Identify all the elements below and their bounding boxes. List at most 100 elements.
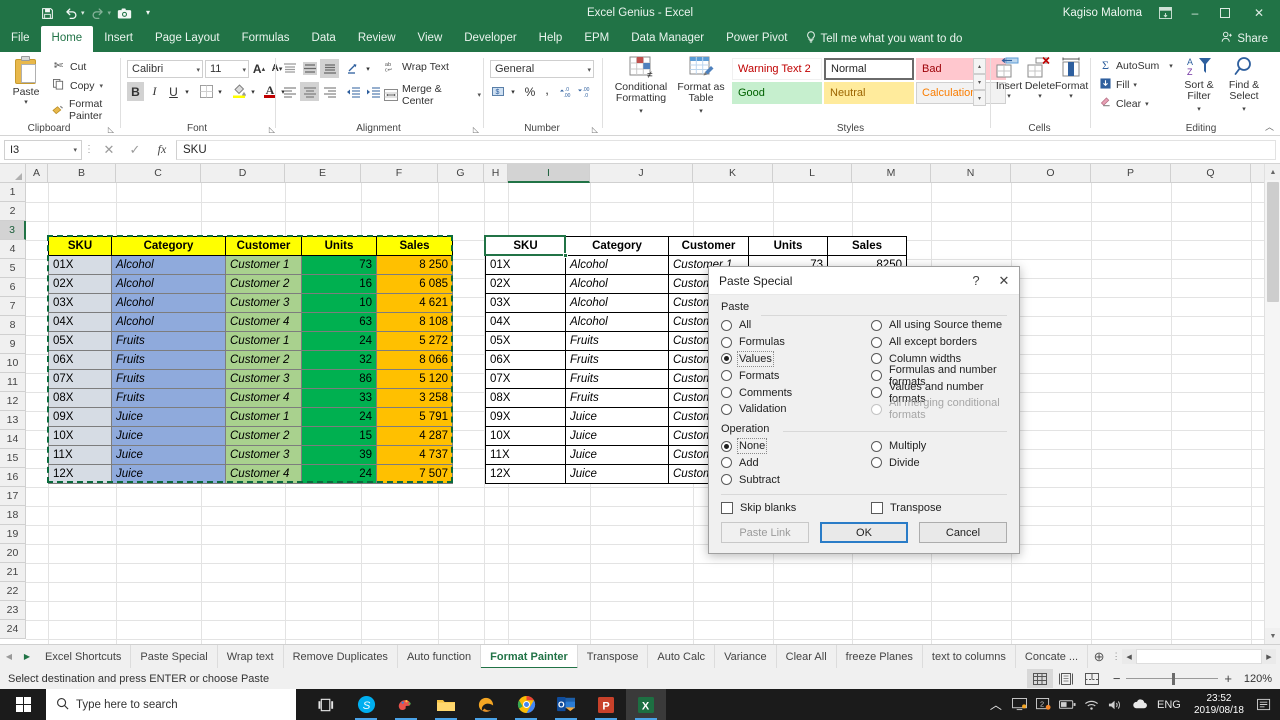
source-cell[interactable]: Customer 1: [225, 407, 302, 427]
align-center-button[interactable]: [300, 82, 319, 101]
source-cell[interactable]: Customer 4: [225, 464, 302, 484]
enter-entry-button[interactable]: ✓: [122, 142, 148, 158]
operation-option-add[interactable]: Add: [721, 455, 871, 472]
dest-cell[interactable]: Fruits: [565, 369, 669, 389]
paste-option-values[interactable]: Values: [721, 350, 871, 368]
source-cell[interactable]: 5 791: [376, 407, 453, 427]
column-header-c[interactable]: C: [116, 164, 201, 183]
ribbon-tab-insert[interactable]: Insert: [93, 26, 144, 52]
table-row[interactable]: 04X Alcohol Customer 4 63 8 108: [48, 312, 453, 332]
source-header-cell[interactable]: Sales: [376, 236, 453, 256]
ok-button[interactable]: OK: [820, 522, 908, 543]
format-as-table-button[interactable]: Format as Table ▾: [675, 56, 727, 116]
column-header-p[interactable]: P: [1091, 164, 1171, 183]
dest-cell[interactable]: Fruits: [565, 388, 669, 408]
operation-options-right-column[interactable]: Multiply Divide: [871, 438, 1007, 488]
merge-and-center-button[interactable]: Merge & Center ▾: [384, 83, 481, 107]
source-cell[interactable]: 4 737: [376, 445, 453, 465]
dest-cell[interactable]: Fruits: [565, 331, 669, 351]
sheet-tab-variance[interactable]: Variance: [715, 644, 777, 669]
borders-dropdown-icon[interactable]: ▾: [215, 82, 225, 101]
find-select-dropdown-icon[interactable]: ▾: [1242, 106, 1246, 113]
horizontal-scrollbar[interactable]: ◀ ▶: [1122, 649, 1276, 664]
sheet-tab-format-painter[interactable]: Format Painter: [481, 644, 578, 669]
table-row[interactable]: 10X Juice Customer 2 15 4 287: [48, 426, 453, 446]
sheet-tab-freeze-planes[interactable]: freeze Planes: [837, 644, 923, 669]
source-cell[interactable]: Customer 4: [225, 388, 302, 408]
customize-quick-access-toolbar-icon[interactable]: ▾: [137, 3, 159, 23]
battery-icon[interactable]: [1056, 689, 1080, 720]
table-row[interactable]: 07X Fruits Customer 3 86 5 120: [48, 369, 453, 389]
redo-icon[interactable]: [87, 3, 109, 23]
dest-header-cell[interactable]: Units: [748, 236, 828, 256]
source-cell[interactable]: 04X: [48, 312, 112, 332]
dest-cell[interactable]: 03X: [485, 293, 566, 313]
number-format-select[interactable]: General ▾: [490, 60, 594, 78]
source-cell[interactable]: Customer 1: [225, 255, 302, 275]
source-cell[interactable]: 24: [301, 331, 377, 351]
source-cell[interactable]: 09X: [48, 407, 112, 427]
paste-special-dialog[interactable]: Paste Special ? ✕ Paste All Formulas Value…: [708, 266, 1020, 554]
insert-function-button[interactable]: fx: [148, 142, 176, 157]
row-header-21[interactable]: 21: [0, 563, 26, 582]
transpose-checkbox[interactable]: Transpose: [871, 502, 1007, 515]
format-painter-button[interactable]: Format Painter: [52, 98, 120, 122]
source-cell[interactable]: Fruits: [111, 388, 226, 408]
vertical-scroll-thumb[interactable]: [1267, 182, 1279, 302]
source-cell[interactable]: 15: [301, 426, 377, 446]
align-right-button[interactable]: [320, 82, 339, 101]
vertical-scrollbar[interactable]: ▲ ▼: [1264, 164, 1280, 644]
dialog-close-button[interactable]: ✕: [989, 273, 1019, 289]
ribbon-tab-data[interactable]: Data: [301, 26, 347, 52]
font-size-input[interactable]: 11 ▾: [205, 60, 249, 78]
source-cell[interactable]: 11X: [48, 445, 112, 465]
increase-indent-button[interactable]: [364, 82, 383, 101]
row-header-20[interactable]: 20: [0, 544, 26, 563]
source-cell[interactable]: Customer 3: [225, 369, 302, 389]
fill-color-button[interactable]: [230, 80, 248, 99]
paste-option-all-using-source-theme[interactable]: All using Source theme: [871, 317, 1007, 334]
outlook-icon[interactable]: O: [546, 689, 586, 720]
align-top-button[interactable]: [280, 59, 299, 78]
row-header-10[interactable]: 10: [0, 354, 26, 373]
row-header-19[interactable]: 19: [0, 525, 26, 544]
source-cell[interactable]: 86: [301, 369, 377, 389]
font-name-dropdown-icon[interactable]: ▾: [196, 66, 200, 74]
dest-cell[interactable]: 01X: [485, 255, 566, 275]
wifi-icon[interactable]: [1080, 689, 1104, 720]
merge-center-dropdown-icon[interactable]: ▾: [477, 91, 481, 99]
column-header-k[interactable]: K: [693, 164, 773, 183]
dest-cell[interactable]: Alcohol: [565, 274, 669, 294]
row-header-11[interactable]: 11: [0, 373, 26, 392]
close-button[interactable]: ✕: [1240, 0, 1278, 26]
minimize-button[interactable]: –: [1180, 0, 1210, 26]
row-header-4[interactable]: 4: [0, 240, 26, 259]
alignment-dialog-launcher[interactable]: ◺: [473, 125, 479, 134]
ribbon-tab-formulas[interactable]: Formulas: [231, 26, 301, 52]
column-header-o[interactable]: O: [1011, 164, 1091, 183]
scroll-down-button[interactable]: ▼: [1265, 628, 1280, 644]
collapse-ribbon-button[interactable]: ︿: [1265, 120, 1274, 133]
zoom-out-button[interactable]: −: [1113, 671, 1121, 686]
volume-icon[interactable]: [1104, 689, 1128, 720]
ribbon-tab-home[interactable]: Home: [40, 26, 94, 52]
show-hidden-icons-icon[interactable]: ︿: [984, 689, 1008, 720]
underline-dropdown-icon[interactable]: ▾: [182, 82, 192, 101]
format-as-table-dropdown-icon[interactable]: ▾: [699, 108, 703, 115]
notifications-icon[interactable]: [1252, 689, 1276, 720]
chrome-icon[interactable]: [506, 689, 546, 720]
operation-option-divide[interactable]: Divide: [871, 455, 1007, 472]
dest-cell[interactable]: Juice: [565, 464, 669, 484]
formula-input[interactable]: SKU: [176, 139, 1276, 160]
paste-options-left-column[interactable]: All Formulas Values Formats Comments Validati…: [721, 317, 871, 418]
source-cell[interactable]: Fruits: [111, 350, 226, 370]
align-left-button[interactable]: [280, 82, 299, 101]
orientation-dropdown-icon[interactable]: ▾: [363, 59, 373, 78]
table-row[interactable]: 05X Fruits Customer 1 24 5 272: [48, 331, 453, 351]
sort-and-filter-button[interactable]: AZ Sort & Filter ▾: [1176, 56, 1222, 114]
copy-dropdown-icon[interactable]: ▾: [100, 82, 104, 90]
taskbar-search-box[interactable]: Type here to search: [46, 689, 296, 720]
source-cell[interactable]: Customer 4: [225, 312, 302, 332]
row-header-14[interactable]: 14: [0, 430, 26, 449]
font-size-dropdown-icon[interactable]: ▾: [242, 66, 246, 74]
